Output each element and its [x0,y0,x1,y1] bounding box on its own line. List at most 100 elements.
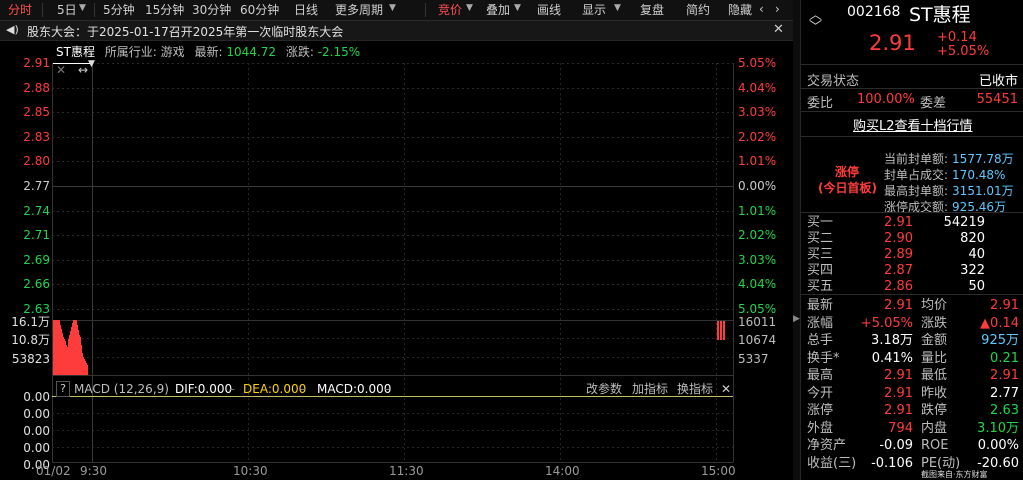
bid-volume: 322 [960,263,985,278]
change-params-button[interactable]: 改参数 [586,381,622,397]
volume-bar [76,320,77,375]
volume-bar [80,337,81,375]
limit-stat-value: 170.48% [952,168,1006,182]
quote-label: 收益(三) [807,455,857,471]
axis-label: 0.00 [23,441,50,455]
limit-up-subtitle: (今日首板) [818,181,877,195]
quote-row: 净资产 -0.09 ROE 0.00% [807,437,1019,454]
quote-row: 今开 2.91 昨收 2.77 [807,385,1019,402]
volume-bar [54,320,55,375]
volume-bar [53,320,54,375]
quote-value: 2.63 [990,403,1019,418]
bid-price: 2.87 [884,263,913,278]
divider [801,294,1023,295]
volume-bar [60,325,61,375]
axis-label: 2.71 [23,228,50,242]
quote-value: 2.77 [990,385,1019,401]
collapse-arrow-icon[interactable]: ▶ [793,314,800,324]
close-icon[interactable]: ✕ [56,63,66,77]
buy-l2-link[interactable]: 购买L2查看十档行情 [853,115,973,134]
add-indicator-button[interactable]: 加指标 [632,381,668,397]
bid-label: 买二 [807,231,834,246]
quote-label: ROE [921,438,949,453]
bid-row[interactable]: 买二 2.90 820 [807,230,1019,247]
bid-row[interactable]: 买三 2.89 40 [807,246,1019,263]
quote-row: 涨停 2.91 跌停 2.63 [807,402,1019,419]
volume-bar [78,330,79,375]
quote-label: 今开 [807,385,834,401]
quote-value: 2.91 [884,298,913,313]
bid-row[interactable]: 买四 2.87 322 [807,262,1019,279]
bid-volume: 50 [968,279,985,294]
quote-label: 跌停 [921,403,948,418]
axis-label: 1.01% [738,204,777,218]
axis-label: 1.01% [738,154,777,168]
limit-stat-label: 当前封单额: [884,152,949,166]
volume-bar [84,359,85,375]
macd-dea-dash: – [300,382,306,396]
bid-label: 买一 [807,215,834,230]
help-button[interactable]: ? [56,381,70,397]
weibi-value: 100.00% [857,92,915,107]
macd-value-dash: – [384,382,390,396]
volume-bar [58,320,59,375]
volume-bar [74,320,75,375]
weicha-label: 委差 [920,96,947,111]
volume-bar [64,339,65,375]
quote-value: 0.41% [871,350,913,366]
bid-row[interactable]: 买一 2.91 54219 [807,214,1019,231]
quote-panel: ︿ ﹀ 002168 ST惠程 2.91 +0.14 +5.05% 交易状态 已… [800,0,1023,480]
volume-bar [69,335,70,375]
bid-volume: 54219 [943,215,985,230]
panel-divider[interactable]: ▶ [793,0,800,480]
quote-label: 最高 [807,368,834,383]
bid-row[interactable]: 买五 2.86 50 [807,278,1019,295]
quote-label: 总手 [807,333,834,348]
quote-value: +5.05% [860,315,913,331]
volume-bar [55,320,56,375]
intraday-chart[interactable] [0,0,800,480]
volume-bar [62,333,63,375]
axis-label: 0.00 [23,390,50,404]
quote-label: 最新 [807,298,834,313]
axis-label: 3.03% [738,253,777,267]
axis-label: 3.03% [738,105,777,119]
bid-volume: 820 [960,231,985,246]
axis-label: 5.05% [738,56,777,70]
time-axis-label: 01/02 [36,464,71,478]
quote-row: 最高 2.91 最低 2.91 [807,367,1019,384]
axis-label: 2.63 [23,302,50,316]
limit-stat-row: 最高封单额: 3151.01万 [884,182,1014,199]
switch-indicator-button[interactable]: 换指标 [677,381,713,397]
divider [801,136,1023,137]
time-axis-label: 9:30 [80,464,107,478]
quote-label: 最低 [921,368,948,383]
resize-horizontal-icon[interactable]: ↔ [78,63,88,77]
macd-title[interactable]: MACD (12,26,9) [74,381,169,397]
axis-label: 2.80 [23,154,50,168]
axis-label: 2.88 [23,81,50,95]
quote-label: 量比 [921,350,948,366]
volume-bar [77,325,78,375]
cursor-marker-icon: ▼ [88,59,95,69]
quote-value: 2.91 [884,385,913,401]
chevron-down-icon[interactable]: ﹀ [809,16,822,35]
divider [801,212,1023,213]
axis-label: 53823 [11,352,50,366]
axis-label: 2.85 [23,105,50,119]
close-icon[interactable]: ✕ [721,381,731,397]
time-axis-label: 10:30 [233,464,268,478]
quote-label: 涨跌 [921,315,948,331]
weicha-value: 55451 [976,92,1018,107]
limit-stat-label: 封单占成交: [884,168,949,182]
volume-bar [73,320,74,375]
quote-value: 3.18万 [871,333,913,348]
price-change-pct: +5.05% [937,44,990,59]
volume-bar [67,347,68,375]
axis-label: 5337 [738,352,769,366]
axis-label: 10.8万 [11,333,50,347]
watermark: 截图来自·东方财富 [921,470,988,479]
quote-row: 总手 3.18万 金额 925万 [807,332,1019,349]
quote-label: 均价 [921,298,948,313]
bid-label: 买五 [807,279,834,294]
